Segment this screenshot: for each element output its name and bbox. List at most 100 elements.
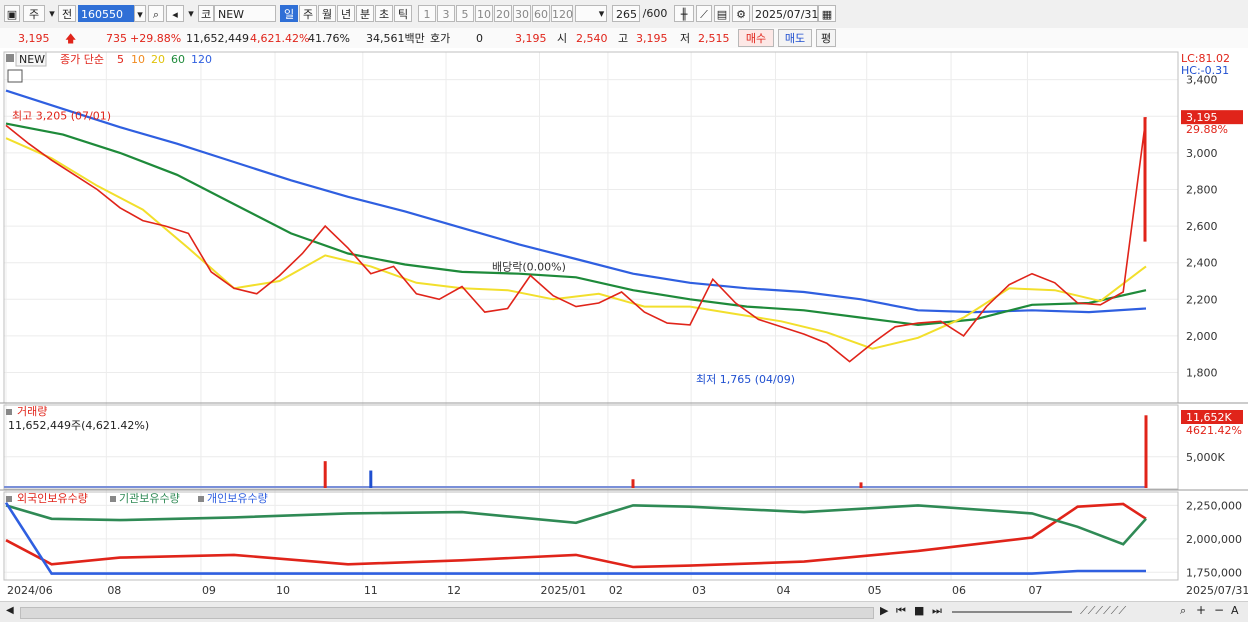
count-max: /600 <box>642 7 668 20</box>
interval-20[interactable]: 20 <box>494 5 512 22</box>
interval-10[interactable]: 10 <box>475 5 493 22</box>
legend-ma10: 10 <box>131 53 145 66</box>
volume-legend-icon[interactable] <box>6 409 12 415</box>
quote-bar: 3,195 🡅 735 +29.88% 11,652,449 4,621.42%… <box>0 28 1248 49</box>
period-year-tab[interactable]: 년 <box>337 5 355 22</box>
auto-scale-button[interactable]: A <box>1231 604 1239 617</box>
hoga-label: 호가 <box>430 32 451 45</box>
average-button[interactable]: 평 <box>816 29 836 47</box>
price-change: 735 <box>106 32 127 45</box>
dividend-annotation: 배당락(0.00%) <box>492 260 566 273</box>
low-label: 저 <box>680 32 691 45</box>
individual-holding-label: 개인보유수량 <box>207 492 268 505</box>
interval-dropdown-icon[interactable]: ▾ <box>596 5 607 22</box>
period-month-tab[interactable]: 월 <box>318 5 336 22</box>
x-tick-label: 02 <box>609 584 623 597</box>
candle-icon[interactable]: ╫ <box>674 5 694 22</box>
market-select[interactable]: 주 <box>23 5 45 22</box>
chart-area[interactable]: 3,4003,2003,0002,8002,6002,4002,2002,000… <box>0 48 1248 601</box>
count-input[interactable]: 265 <box>612 5 640 22</box>
hoga-price: 3,195 <box>515 32 547 45</box>
price-tick-label: 2,000 <box>1186 330 1218 343</box>
x-tick-label: 05 <box>868 584 882 597</box>
x-tick-label: 10 <box>276 584 290 597</box>
scroll-left-button[interactable]: ◀ <box>6 605 14 616</box>
period-week-tab[interactable]: 주 <box>299 5 317 22</box>
gear-icon[interactable]: ⚙ <box>732 5 750 22</box>
low-price: 2,515 <box>698 32 730 45</box>
hc-label: HC:-0.31 <box>1181 64 1229 77</box>
institution-holding-label: 기관보유수량 <box>119 492 180 505</box>
prefix-button[interactable]: 전 <box>58 5 76 22</box>
legend-price-type: 종가 단순 <box>60 53 104 66</box>
price-tick-label: 2,400 <box>1186 257 1218 270</box>
fast-forward-button[interactable]: ⏭ <box>932 604 942 618</box>
period-day-tab[interactable]: 일 <box>280 5 298 22</box>
legend-icon[interactable] <box>6 54 14 62</box>
sell-button[interactable]: 매도 <box>778 29 812 47</box>
max-price-annotation: 최고 3,205 (07/01) <box>12 109 111 122</box>
x-tick-label: 04 <box>777 584 791 597</box>
period-second-tab[interactable]: 초 <box>375 5 393 22</box>
drawing-tools-icon[interactable]: ⟋⟋⟋⟋⟋⟋ <box>1080 604 1126 618</box>
save-icon[interactable]: ▤ <box>714 5 730 22</box>
sound-dropdown-icon[interactable]: ▾ <box>186 5 196 22</box>
volume-bar <box>859 482 863 488</box>
interval-5[interactable]: 5 <box>456 5 474 22</box>
market-dropdown-icon[interactable]: ▾ <box>47 5 57 22</box>
holding-legend-icon[interactable] <box>6 496 12 502</box>
code-input[interactable]: 160550 <box>78 5 134 22</box>
interval-120[interactable]: 120 <box>551 5 573 22</box>
rewind-button[interactable]: ⏮ <box>896 604 906 618</box>
magnify-icon[interactable]: ⌕ <box>1180 604 1186 618</box>
table-icon[interactable] <box>7 69 23 83</box>
volume-bar <box>369 470 373 488</box>
x-end-date: 2025/07/31 <box>1186 584 1248 597</box>
x-tick-label: 11 <box>364 584 378 597</box>
interval-3[interactable]: 3 <box>437 5 455 22</box>
volume-tick-label: 5,000K <box>1186 451 1225 464</box>
zoom-slider[interactable] <box>952 611 1072 613</box>
stop-button[interactable]: ■ <box>914 604 924 617</box>
x-tick-label: 2024/06 <box>7 584 53 597</box>
line-tool-icon[interactable]: ⟋ <box>696 5 712 22</box>
interval-1[interactable]: 1 <box>418 5 436 22</box>
hoga-value: 0 <box>476 32 483 45</box>
volume-bar <box>323 461 327 488</box>
volume-title: 거래량 <box>17 405 47 418</box>
interval-60[interactable]: 60 <box>532 5 550 22</box>
sound-icon[interactable]: ◂ <box>166 5 184 22</box>
bottom-scroll-bar: ◀ ▶ ⏮ ■ ⏭ ⟋⟋⟋⟋⟋⟋ ⌕ + − A <box>0 601 1248 622</box>
interval-30[interactable]: 30 <box>513 5 531 22</box>
volume-bar <box>1144 415 1148 488</box>
legend-ma20: 20 <box>151 53 165 66</box>
current-price-pct-label: 29.88% <box>1186 123 1228 136</box>
holding-legend-icon-3[interactable] <box>198 496 204 502</box>
search-icon[interactable]: ⌕ <box>148 5 164 22</box>
x-tick-label: 06 <box>952 584 966 597</box>
holding-legend-icon-2[interactable] <box>110 496 116 502</box>
x-tick-label: 03 <box>692 584 706 597</box>
volume-pct: 4,621.42% <box>250 32 310 45</box>
volume: 11,652,449 <box>186 32 249 45</box>
scroll-track[interactable] <box>20 607 874 619</box>
price-change-pct: +29.88% <box>130 32 182 45</box>
buy-button[interactable]: 매수 <box>738 29 774 47</box>
high-price: 3,195 <box>636 32 668 45</box>
period-minute-tab[interactable]: 분 <box>356 5 374 22</box>
volume-bar <box>631 479 635 488</box>
code-dropdown-icon[interactable]: ▾ <box>134 5 146 22</box>
calendar-icon[interactable]: ▦ <box>818 5 836 22</box>
open-price: 2,540 <box>576 32 608 45</box>
foreign-holding-label: 외국인보유수량 <box>17 492 88 505</box>
play-button[interactable]: ▶ <box>880 604 888 617</box>
stock-name[interactable]: NEW <box>214 5 276 22</box>
price-tick-label: 3,000 <box>1186 147 1218 160</box>
zoom-out-button[interactable]: − <box>1214 603 1224 617</box>
zoom-in-button[interactable]: + <box>1196 603 1206 617</box>
x-tick-label: 07 <box>1028 584 1042 597</box>
period-tick-tab[interactable]: 틱 <box>394 5 412 22</box>
window-icon[interactable]: ▣ <box>4 5 20 22</box>
holding-tick-label: 1,750,000 <box>1186 566 1242 579</box>
date-input[interactable]: 2025/07/31 <box>752 5 818 22</box>
